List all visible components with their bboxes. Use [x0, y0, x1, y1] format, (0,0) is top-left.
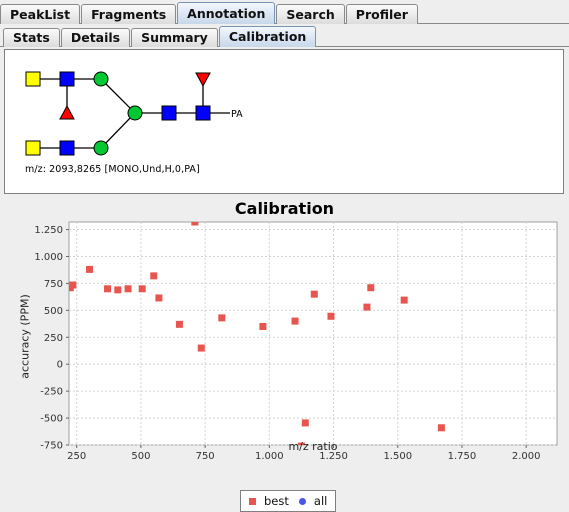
- data-point-best[interactable]: [150, 272, 158, 280]
- chart-title: Calibration: [234, 199, 335, 218]
- tab-stats[interactable]: Stats: [3, 28, 60, 47]
- y-tick-label: 500: [44, 306, 63, 317]
- fucose-residue: [59, 104, 75, 120]
- glcnac-residue: [59, 71, 75, 87]
- calibration-chart-panel: -750 -500 -250 0 250 500 750 1.000 1.250 250 500 7…: [0, 197, 569, 512]
- data-point-best[interactable]: [197, 344, 205, 352]
- y-tick-label: 0: [57, 360, 63, 371]
- plot-area: [68, 221, 558, 446]
- y-tick-label: 750: [44, 279, 63, 290]
- mz-annotation-text: m/z: 2093,8265 [MONO,Und,H,0,PA]: [25, 164, 200, 175]
- galactose-residue: [25, 140, 41, 156]
- legend-item-all[interactable]: all: [298, 494, 328, 508]
- tab-peaklist[interactable]: PeakList: [0, 4, 81, 24]
- data-point-best[interactable]: [327, 312, 335, 320]
- reducing-end-label: PA: [231, 109, 243, 120]
- data-point-best[interactable]: [400, 296, 408, 304]
- tab-fragments[interactable]: Fragments: [81, 4, 177, 24]
- data-point-best[interactable]: [155, 294, 163, 302]
- glcnac-residue: [59, 140, 75, 156]
- tab-annotation[interactable]: Annotation: [177, 2, 276, 24]
- data-point-best[interactable]: [363, 303, 371, 311]
- galactose-residue: [25, 71, 41, 87]
- tab-profiler[interactable]: Profiler: [345, 4, 418, 24]
- y-axis-ticks: -750 -500 -250 0 250 500 750 1.000 1.250: [34, 225, 69, 452]
- data-point-best[interactable]: [301, 419, 309, 427]
- data-point-best[interactable]: [291, 317, 299, 325]
- data-point-best[interactable]: [114, 286, 122, 294]
- glcnac-residue: [161, 105, 177, 121]
- tab-search[interactable]: Search: [276, 4, 345, 24]
- data-point-best[interactable]: [259, 322, 267, 330]
- mannose-residue: [93, 140, 109, 156]
- mannose-residue: [93, 71, 109, 87]
- y-tick-label: -500: [40, 414, 63, 425]
- x-axis-label: m/z ratio: [288, 440, 338, 453]
- data-point-best[interactable]: [138, 285, 146, 293]
- square-marker-icon: [249, 497, 256, 505]
- data-point-best[interactable]: [367, 284, 375, 292]
- tab-summary[interactable]: Summary: [131, 28, 218, 47]
- y-tick-label: 1.250: [34, 225, 63, 236]
- main-tab-bar: PeakList Fragments Annotation Search Pro…: [0, 0, 569, 24]
- y-tick-label: 1.000: [34, 252, 63, 263]
- y-tick-label: 250: [44, 333, 63, 344]
- legend-item-best[interactable]: best: [249, 494, 289, 508]
- annotation-subtab-bar: Stats Details Summary Calibration: [0, 25, 569, 47]
- calibration-chart[interactable]: -750 -500 -250 0 250 500 750 1.000 1.250 250 500 7…: [0, 197, 569, 512]
- data-point-best[interactable]: [191, 219, 199, 226]
- y-tick-label: -250: [40, 387, 63, 398]
- data-point-best[interactable]: [175, 320, 183, 328]
- legend-label-best: best: [264, 494, 289, 508]
- mannose-core-residue: [127, 105, 143, 121]
- legend-label-all: all: [313, 494, 328, 508]
- tab-calibration[interactable]: Calibration: [218, 26, 317, 47]
- data-point-best[interactable]: [310, 290, 318, 298]
- circle-marker-icon: [298, 497, 306, 505]
- data-point-best[interactable]: [69, 281, 77, 289]
- fucose-residue: [195, 72, 211, 88]
- data-point-best[interactable]: [104, 285, 112, 293]
- data-point-best[interactable]: [218, 314, 226, 322]
- chart-legend: best all: [240, 490, 337, 512]
- y-tick-label: -750: [40, 441, 63, 452]
- glycan-structure-panel: PA m/z: 2093,8265 [MONO,Und,H,0,PA]: [4, 49, 564, 194]
- glcnac-reducing-residue: [195, 105, 211, 121]
- data-point-best[interactable]: [437, 424, 445, 432]
- data-point-best[interactable]: [124, 285, 132, 293]
- tab-details[interactable]: Details: [60, 28, 131, 47]
- data-point-best[interactable]: [86, 265, 94, 273]
- y-axis-label: accuracy (PPM): [18, 294, 32, 379]
